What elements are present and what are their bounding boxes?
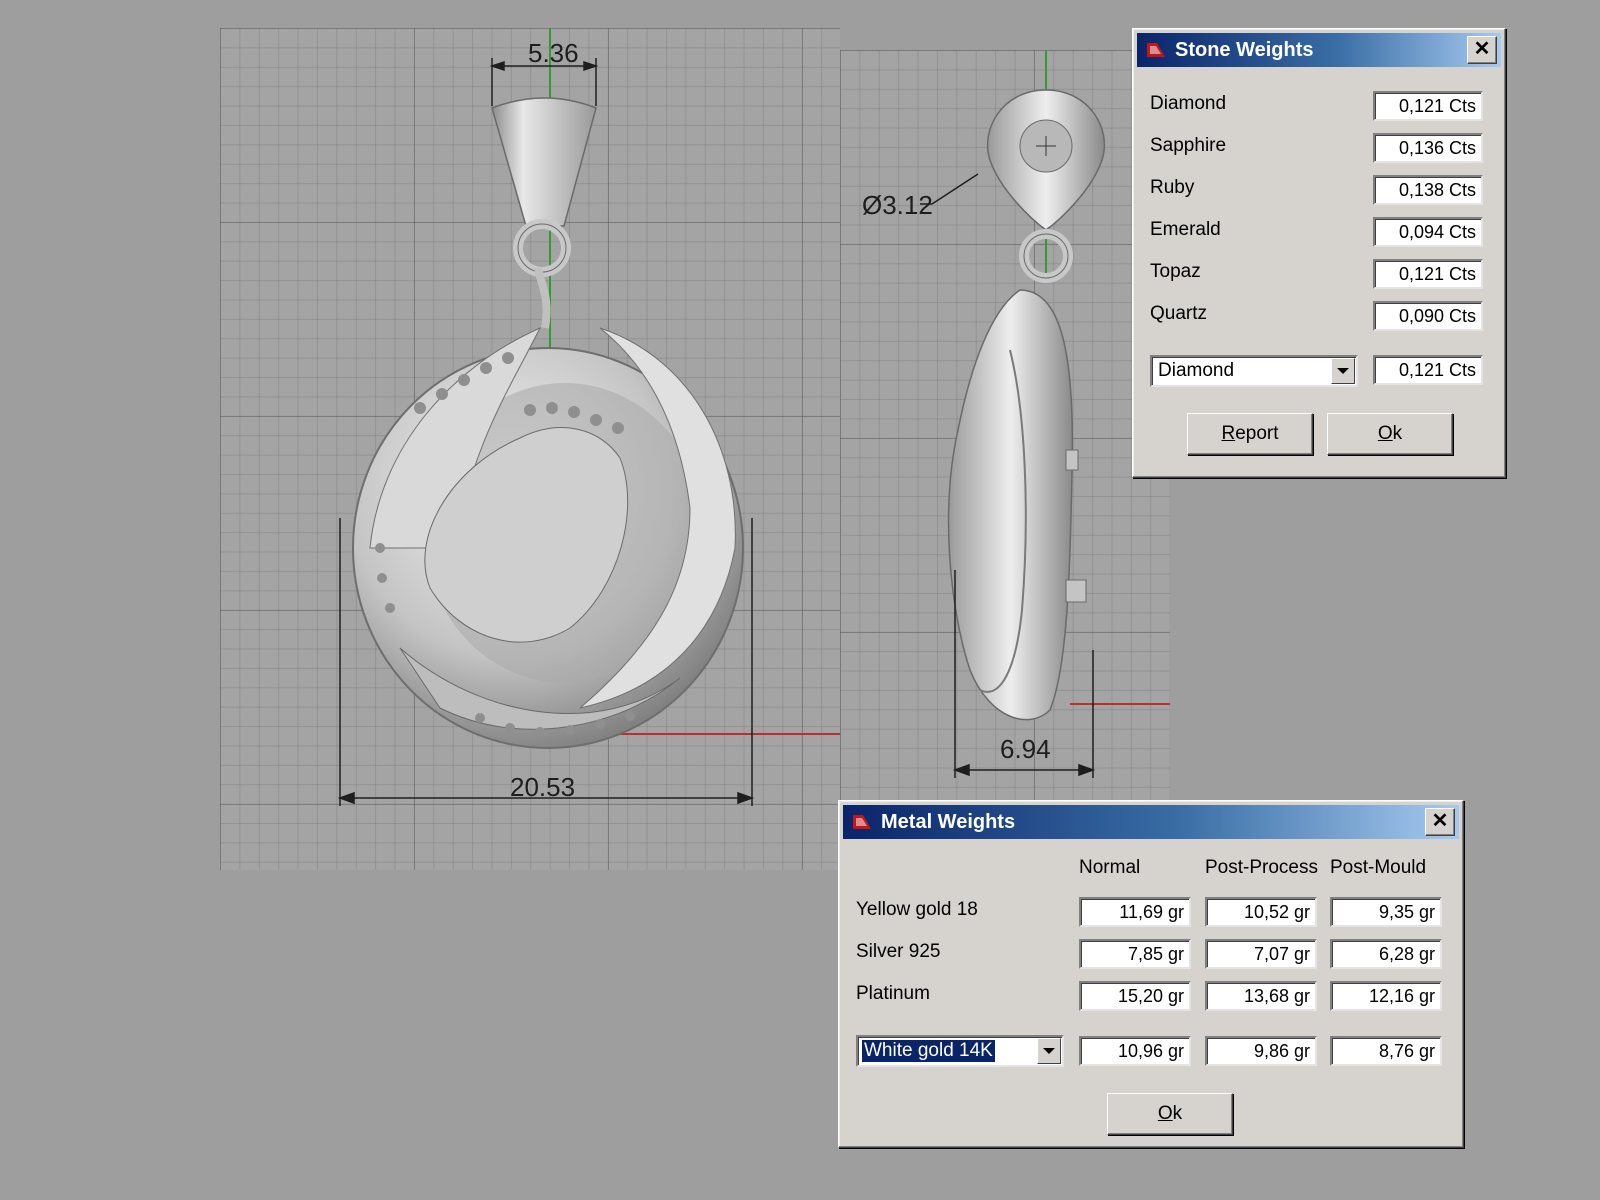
side-model-drawing: [920, 50, 1170, 778]
close-button[interactable]: ✕: [1467, 36, 1497, 64]
metal-weights-dialog: Metal Weights ✕ Normal Post-Process Post…: [838, 800, 1464, 1148]
stone-type-select-value: Diamond: [1158, 360, 1235, 381]
dim-width-label: 20.53: [510, 772, 576, 802]
stone-value-diamond[interactable]: 0,121 Cts: [1373, 91, 1483, 121]
stone-label-sapphire: Sapphire: [1150, 135, 1227, 156]
ok-button[interactable]: Ok: [1107, 1093, 1233, 1135]
stone-type-select[interactable]: Diamond: [1150, 355, 1358, 387]
metal-type-select[interactable]: White gold 14K: [856, 1035, 1064, 1067]
stone-label-emerald: Emerald: [1150, 219, 1221, 240]
metal-post-process-silver[interactable]: 7,07 gr: [1205, 939, 1317, 969]
stone-value-sapphire[interactable]: 0,136 Cts: [1373, 133, 1483, 163]
stone-value-quartz[interactable]: 0,090 Cts: [1373, 301, 1483, 331]
close-button[interactable]: ✕: [1425, 808, 1455, 836]
metal-normal-silver[interactable]: 7,85 gr: [1079, 939, 1191, 969]
metal-normal-platinum[interactable]: 15,20 gr: [1079, 981, 1191, 1011]
stone-label-quartz: Quartz: [1150, 303, 1208, 324]
metal-post-mould-silver[interactable]: 6,28 gr: [1330, 939, 1442, 969]
front-viewport[interactable]: 5.36 20.53: [220, 28, 840, 870]
bail-shape: [491, 97, 597, 227]
chevron-down-icon[interactable]: [1037, 1038, 1061, 1064]
stone-label-topaz: Topaz: [1150, 261, 1201, 282]
stone-weights-title: Stone Weights: [1175, 39, 1314, 61]
stone-select-result[interactable]: 0,121 Cts: [1373, 355, 1483, 385]
side-viewport[interactable]: Ø3.12 6.94: [840, 50, 1170, 820]
stone-label-ruby: Ruby: [1150, 177, 1195, 198]
column-header-normal: Normal: [1079, 857, 1141, 878]
ok-mnemonic: O: [1157, 1103, 1173, 1124]
report-button[interactable]: Report: [1187, 413, 1313, 455]
stone-value-ruby[interactable]: 0,138 Cts: [1373, 175, 1483, 205]
metal-post-mould-yellow-gold[interactable]: 9,35 gr: [1330, 897, 1442, 927]
dim-depth-label: 6.94: [1000, 734, 1051, 764]
dim-top-label: 5.36: [528, 38, 579, 68]
app-icon: [853, 815, 871, 829]
stone-weights-dialog: Stone Weights ✕ Diamond 0,121 Cts Sapphi…: [1132, 28, 1506, 478]
metal-post-process-platinum[interactable]: 13,68 gr: [1205, 981, 1317, 1011]
metal-normal-yellow-gold[interactable]: 11,69 gr: [1079, 897, 1191, 927]
stone-weights-titlebar[interactable]: Stone Weights ✕: [1137, 33, 1501, 67]
metal-select-normal[interactable]: 10,96 gr: [1079, 1036, 1191, 1066]
app-icon: [1147, 43, 1165, 57]
close-icon: ✕: [1473, 38, 1491, 60]
ok-label: k: [1172, 1103, 1183, 1124]
stone-value-topaz[interactable]: 0,121 Cts: [1373, 259, 1483, 289]
stone-label-diamond: Diamond: [1150, 93, 1227, 114]
column-header-post-mould: Post-Mould: [1330, 857, 1427, 878]
metal-label-silver: Silver 925: [856, 941, 941, 962]
metal-select-post-mould[interactable]: 8,76 gr: [1330, 1036, 1442, 1066]
front-model-drawing: [337, 28, 840, 806]
column-header-post-process: Post-Process: [1205, 857, 1318, 878]
report-mnemonic: R: [1221, 423, 1236, 444]
report-label: eport: [1235, 423, 1279, 444]
ok-button[interactable]: Ok: [1327, 413, 1453, 455]
metal-select-post-process[interactable]: 9,86 gr: [1205, 1036, 1317, 1066]
metal-weights-title: Metal Weights: [881, 811, 1016, 833]
ok-label: k: [1392, 423, 1403, 444]
close-icon: ✕: [1431, 810, 1449, 832]
pendant-shape: [352, 326, 744, 749]
metal-weights-titlebar[interactable]: Metal Weights ✕: [843, 805, 1459, 839]
stone-value-emerald[interactable]: 0,094 Cts: [1373, 217, 1483, 247]
metal-post-process-yellow-gold[interactable]: 10,52 gr: [1205, 897, 1317, 927]
chevron-down-icon[interactable]: [1331, 358, 1355, 384]
metal-type-select-value: White gold 14K: [861, 1039, 996, 1063]
metal-label-platinum: Platinum: [856, 983, 930, 1004]
metal-post-mould-platinum[interactable]: 12,16 gr: [1330, 981, 1442, 1011]
dim-diameter-label: Ø3.12: [862, 190, 933, 220]
metal-label-yellow-gold: Yellow gold 18: [856, 899, 978, 920]
ok-mnemonic: O: [1377, 423, 1393, 444]
